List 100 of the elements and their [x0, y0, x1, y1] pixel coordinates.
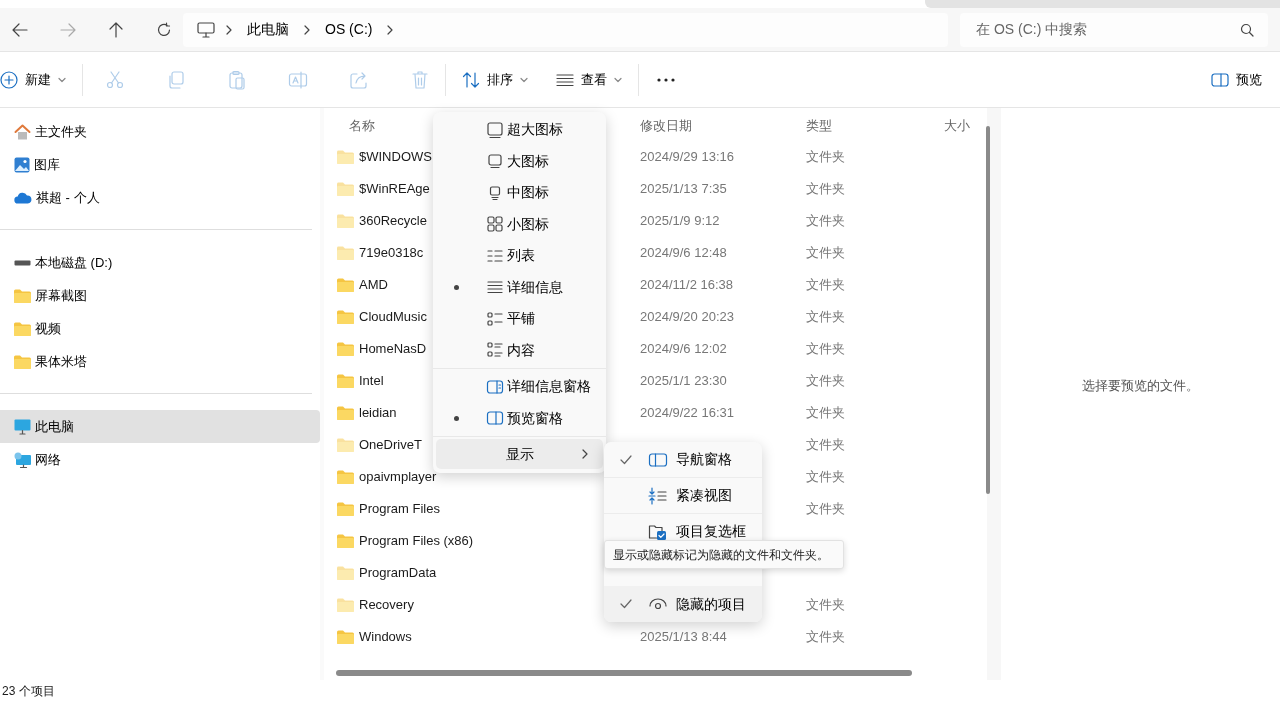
menu-item[interactable]: 详细信息: [433, 271, 606, 303]
drive-icon: [14, 259, 31, 266]
details-pane-icon: [486, 377, 504, 396]
up-arrow-icon: [109, 21, 123, 38]
navigation-pane-icon: [648, 450, 668, 469]
large-icons-icon: [486, 120, 504, 139]
file-name[interactable]: 719e0318c: [359, 243, 424, 263]
sort-button[interactable]: 排序: [458, 63, 532, 96]
address-bar[interactable]: 此电脑 OS (C:): [183, 12, 948, 47]
sidebar-item[interactable]: 主文件夹: [0, 115, 320, 148]
search-box[interactable]: 在 OS (C:) 中搜索: [960, 12, 1268, 47]
new-button[interactable]: 新建: [0, 63, 70, 96]
column-header[interactable]: 大小: [940, 116, 991, 136]
checkmark-icon: [620, 599, 632, 609]
tooltip: 显示或隐藏标记为隐藏的文件和文件夹。: [604, 540, 844, 569]
file-name[interactable]: 360Recycle: [359, 211, 427, 231]
file-name[interactable]: Intel: [359, 371, 384, 391]
sidebar-item[interactable]: 此电脑: [0, 410, 320, 443]
sidebar-item[interactable]: 图库: [0, 148, 320, 181]
caret-icon: [520, 76, 528, 83]
file-name[interactable]: CloudMusic: [359, 307, 427, 327]
back-arrow-icon: [12, 22, 28, 37]
menu-item[interactable]: 导航窗格: [604, 442, 762, 478]
preview-button[interactable]: 预览: [1207, 63, 1266, 96]
menu-item[interactable]: 显示: [436, 439, 603, 469]
trash-icon: [410, 69, 430, 90]
type-cell: 文件夹: [806, 277, 845, 293]
column-header[interactable]: 类型: [802, 116, 940, 136]
scrollbar[interactable]: [336, 670, 912, 676]
file-name[interactable]: OneDriveT: [359, 435, 422, 455]
checkmark-icon: [620, 454, 632, 465]
date-cell: 2024/9/22 16:31: [640, 405, 734, 421]
breadcrumb[interactable]: OS (C:): [321, 19, 377, 40]
file-name[interactable]: AMD: [359, 275, 388, 295]
file-name[interactable]: HomeNasD: [359, 339, 427, 359]
file-name[interactable]: Recovery: [359, 595, 414, 615]
menu-item[interactable]: 紧凑视图: [604, 478, 762, 514]
copy-icon: [166, 69, 186, 90]
caret-icon: [614, 76, 622, 83]
file-name[interactable]: opaivmplayer: [359, 467, 437, 487]
breadcrumb[interactable]: 此电脑: [243, 19, 293, 40]
menu-item[interactable]: 中图标: [433, 177, 606, 209]
menu-item[interactable]: 小图标: [433, 208, 606, 240]
menu-item[interactable]: 列表: [433, 240, 606, 272]
sidebar-item[interactable]: 果体米塔: [0, 345, 320, 378]
view-button[interactable]: 查看: [552, 63, 626, 96]
menu-item[interactable]: 大图标: [433, 145, 606, 177]
search-field[interactable]: 在 OS (C:) 中搜索: [974, 18, 1240, 41]
sidebar-item[interactable]: 本地磁盘 (D:): [0, 246, 320, 279]
menu-item[interactable]: 预览窗格: [433, 402, 606, 434]
caret-icon: [58, 76, 66, 83]
rename-icon: [288, 69, 308, 90]
menu-item[interactable]: 平铺: [433, 303, 606, 335]
more-icon: [657, 76, 675, 83]
refresh-icon: [156, 21, 172, 38]
small-icons-icon: [486, 215, 504, 234]
sidebar-item[interactable]: 视频: [0, 312, 320, 345]
type-cell: 文件夹: [806, 501, 845, 517]
tiles-icon: [486, 309, 504, 328]
type-cell: 文件夹: [806, 469, 845, 485]
sort-icon: [462, 70, 480, 89]
sidebar-item[interactable]: 祺超 - 个人: [0, 181, 320, 214]
file-name[interactable]: Program Files: [359, 499, 440, 519]
menu-item[interactable]: 详细信息窗格: [433, 371, 606, 403]
type-cell: 文件夹: [806, 341, 845, 357]
type-cell: 文件夹: [806, 405, 845, 421]
menu-item[interactable]: 内容: [433, 334, 606, 366]
file-name[interactable]: $WinREAge: [359, 179, 430, 199]
large-icons-icon: [486, 152, 504, 171]
sidebar-item[interactable]: 网络: [0, 443, 320, 476]
compact-view-icon: [648, 486, 668, 505]
file-name[interactable]: $WINDOWS: [359, 147, 432, 167]
cloud-icon: [14, 191, 32, 204]
type-cell: 文件夹: [806, 213, 845, 229]
file-name[interactable]: ProgramData: [359, 563, 437, 583]
file-name[interactable]: Windows: [359, 627, 412, 647]
plus-icon: [0, 70, 18, 89]
scrollbar[interactable]: [986, 126, 990, 494]
file-name[interactable]: Program Files (x86): [359, 531, 474, 551]
monitor-icon: [197, 21, 215, 38]
gallery-icon: [14, 156, 30, 173]
date-cell: 2024/9/6 12:02: [640, 341, 727, 357]
menu-item[interactable]: 超大图标: [433, 114, 606, 146]
type-cell: 文件夹: [806, 309, 845, 325]
preview-pane-icon: [1211, 71, 1229, 88]
folder-icon: [14, 288, 31, 303]
folder-icon: [14, 354, 31, 369]
monitor-icon: [14, 418, 31, 435]
type-cell: 文件夹: [806, 597, 845, 613]
sidebar-item[interactable]: 屏幕截图: [0, 279, 320, 312]
type-cell: 文件夹: [806, 181, 845, 197]
chevron-icon: [303, 23, 311, 36]
content-icon: [486, 341, 504, 360]
preview-message: 选择要预览的文件。: [1082, 377, 1199, 396]
file-name[interactable]: leidian: [359, 403, 397, 423]
clipboard-icon: [227, 69, 247, 90]
date-cell: 2025/1/13 8:44: [640, 629, 727, 645]
column-header[interactable]: 修改日期: [636, 116, 802, 136]
menu-item[interactable]: 隐藏的项目: [604, 586, 762, 622]
type-cell: 文件夹: [806, 629, 845, 645]
